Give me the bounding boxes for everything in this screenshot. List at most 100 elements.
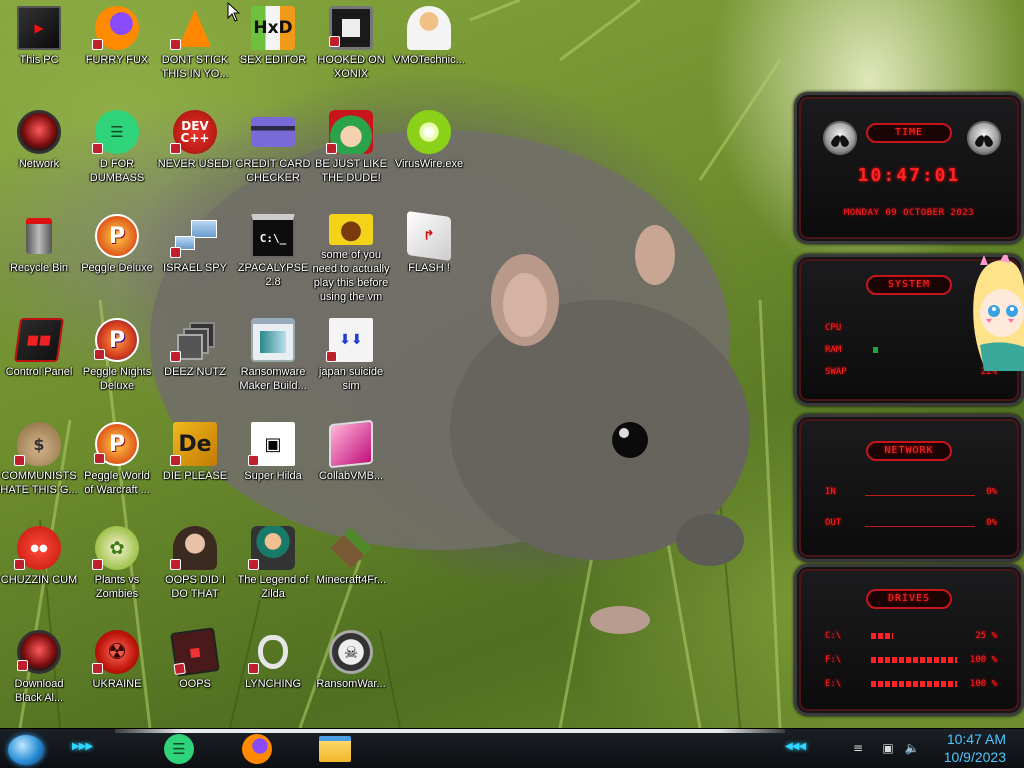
icon-label: Peggle Nights Deluxe	[82, 366, 152, 392]
icon-label: Super Hilda	[244, 470, 302, 482]
desktop-icon-d-for-dumbass[interactable]: ☰ D FOR DUMBASS	[78, 104, 156, 200]
vlc-cone-icon	[170, 6, 217, 50]
icon-label: OOPS	[179, 678, 211, 690]
desktop-icon-flash[interactable]: ↱ FLASH !	[390, 208, 468, 304]
money-bag-icon: $	[14, 422, 61, 466]
icon-label: VirusWire.exe	[394, 158, 464, 170]
network-status-icon[interactable]: ▣	[880, 740, 896, 756]
desktop-icon-ransomware-maker[interactable]: Ransomware Maker Build...	[234, 312, 312, 408]
taskbar-app-file-explorer[interactable]	[318, 732, 352, 766]
desktop-icon-chuzzin[interactable]: ●● CHUZZIN CUM	[0, 520, 78, 616]
desktop-icon-lynching[interactable]: LYNCHING	[234, 624, 312, 720]
network-out-graph	[865, 526, 975, 527]
desktop-icon-download-black-alien[interactable]: Download Black Al...	[0, 624, 78, 720]
pixel-hero-icon	[248, 526, 295, 570]
desktop-icon-control-panel[interactable]: ■■ Control Panel	[0, 312, 78, 408]
desktop-icon-be-just-like-the-dude[interactable]: BE JUST LIKE THE DUDE!	[312, 104, 390, 200]
desktop-icon-furry-fux[interactable]: FURRY FUX	[78, 0, 156, 96]
skull-icon: ☠	[329, 630, 373, 674]
drive-c-bar-fill	[871, 633, 893, 639]
desktop-icon-hooked-on-xonix[interactable]: HOOKED ON XONIX	[312, 0, 390, 96]
desktop-icon-this-pc[interactable]: ▶ This PC	[0, 0, 78, 96]
desktop-icon-vmotechnic[interactable]: VMOTechnic...	[390, 0, 468, 96]
icon-label: CREDIT CARD CHECKER	[235, 158, 311, 184]
icon-label: some of you need to actually play this b…	[312, 249, 390, 303]
time-widget[interactable]: TIME 10:47:01 MONDAY 09 OCTOBER 2023	[794, 92, 1024, 244]
network-widget[interactable]: NETWORK IN 0% OUT 0%	[794, 414, 1024, 562]
desktop-icon-die-please[interactable]: De DIE PLEASE	[156, 416, 234, 512]
desktop-icon-peggle-wow[interactable]: P Peggle World of Warcraft ...	[78, 416, 156, 512]
taskbar-clock[interactable]: 10:47 AM 10/9/2023	[944, 730, 1006, 766]
desktop-icon-recycle-bin[interactable]: Recycle Bin	[0, 208, 78, 304]
desktop-icon-ukraine[interactable]: ☢ UKRAINE	[78, 624, 156, 720]
swap-bar	[873, 369, 957, 375]
desktop-icon-super-hilda[interactable]: ▣ Super Hilda	[234, 416, 312, 512]
icon-label: DEEZ NUTZ	[164, 366, 226, 378]
mouse-cursor-icon	[227, 1, 241, 27]
show-hidden-icons-icon[interactable]: ≡	[850, 740, 866, 756]
start-button[interactable]	[8, 735, 44, 765]
icon-label: CollabVMB...	[318, 470, 384, 482]
desktop-icon-sex-editor[interactable]: HxD SEX EDITOR	[234, 0, 312, 96]
icon-label: Peggle World of Warcraft ...	[84, 470, 150, 496]
portrait-icon	[170, 526, 217, 570]
desktop-icon-collabvm[interactable]: CollabVMB...	[312, 416, 390, 512]
firefox-icon	[242, 734, 272, 764]
icon-label: RansomWar...	[316, 678, 386, 690]
taskbar-app-firefox[interactable]	[240, 732, 274, 766]
drive-e-bar-fill	[871, 681, 957, 687]
desktop-icon-deez-nutz[interactable]: DEEZ NUTZ	[156, 312, 234, 408]
meter-value: 0%	[986, 518, 997, 528]
desktop-icon-zpacalypse[interactable]: C:\_ ZPACALYPSE 2.8	[234, 208, 312, 304]
volume-icon[interactable]: 🔈	[904, 740, 920, 756]
drive-c-bar	[871, 633, 957, 639]
desktop-icon-israel-spy[interactable]: ISRAEL SPY	[156, 208, 234, 304]
peggle-icon: P	[95, 214, 139, 258]
hxd-editor-icon: HxD	[251, 6, 295, 50]
network-in-row: IN 0%	[825, 485, 997, 499]
desktop-icon-peggle-deluxe[interactable]: P Peggle Deluxe	[78, 208, 156, 304]
desktop-icon-vlc[interactable]: DONT STICK THIS IN YO...	[156, 0, 234, 96]
clock-date: 10/9/2023	[943, 749, 1006, 765]
icon-label: Peggle Deluxe	[81, 262, 153, 274]
system-widget[interactable]: SYSTEM CPU RAM SWAP 22%	[794, 251, 1024, 406]
widget-title: NETWORK	[866, 441, 952, 461]
taskbar-app-chat[interactable]: ☰	[162, 732, 196, 766]
icon-label: ISRAEL SPY	[163, 262, 227, 274]
drive-e-row: E:\ 100 %	[825, 677, 997, 691]
desktop-icon-never-used[interactable]: DEV C++ NEVER USED!	[156, 104, 234, 200]
icon-label: Recycle Bin	[9, 262, 69, 274]
dev-cpp-icon: DEV C++	[170, 110, 217, 154]
meter-label: OUT	[825, 518, 842, 528]
drive-e-bar	[871, 681, 957, 687]
desktop-icon-ransomware[interactable]: ☠ RansomWar...	[312, 624, 390, 720]
anime-character-image	[966, 251, 1024, 371]
collabvm-icon	[329, 419, 373, 469]
icon-label: HOOKED ON XONIX	[317, 54, 385, 80]
desktop-icon-dog-game[interactable]: ● some of you need to actually play this…	[312, 208, 390, 304]
desktop-icon-oops-did-i[interactable]: OOPS DID I DO THAT	[156, 520, 234, 616]
icon-label: DIE PLEASE	[162, 470, 228, 482]
desktop-icon-legend-of-zilda[interactable]: The Legend of Zilda	[234, 520, 312, 616]
icon-label: UKRAINE	[92, 678, 142, 690]
desktop-icon-credit-card[interactable]: CREDIT CARD CHECKER	[234, 104, 312, 200]
icon-label: DONT STICK THIS IN YO...	[161, 54, 229, 80]
desktop-icon-oops[interactable]: ■ OOPS	[156, 624, 234, 720]
desktop-icon-peggle-nights[interactable]: P Peggle Nights Deluxe	[78, 312, 156, 408]
drive-f-bar	[871, 657, 957, 663]
icon-label: Control Panel	[5, 366, 73, 378]
chevron-decoration-icon: ▶▶▶	[786, 741, 807, 752]
window-app-icon	[251, 318, 295, 362]
drives-widget[interactable]: DRIVES C:\ 25 % F:\ 100 % E:\ 100 %	[794, 564, 1024, 716]
clock-display: 10:47:01	[857, 165, 961, 186]
desktop-icon-japan-suicide-sim[interactable]: ⬇⬇ japan suicide sim	[312, 312, 390, 408]
desktop-icon-plants-vs-zombies[interactable]: ✿ Plants vs Zombies	[78, 520, 156, 616]
icon-label: CHUZZIN CUM	[0, 574, 78, 586]
desktop-icon-communists[interactable]: $ COMMUNISTS HATE THIS G...	[0, 416, 78, 512]
folder-icon	[319, 736, 351, 762]
desktop-icon-viruswire[interactable]: ✺ VirusWire.exe	[390, 104, 468, 200]
icon-label: The Legend of Zilda	[237, 574, 309, 600]
plants-vs-zombies-icon: ✿	[92, 526, 139, 570]
desktop-icon-minecraft[interactable]: Minecraft4Fr...	[312, 520, 390, 616]
desktop-icon-network[interactable]: Network	[0, 104, 78, 200]
